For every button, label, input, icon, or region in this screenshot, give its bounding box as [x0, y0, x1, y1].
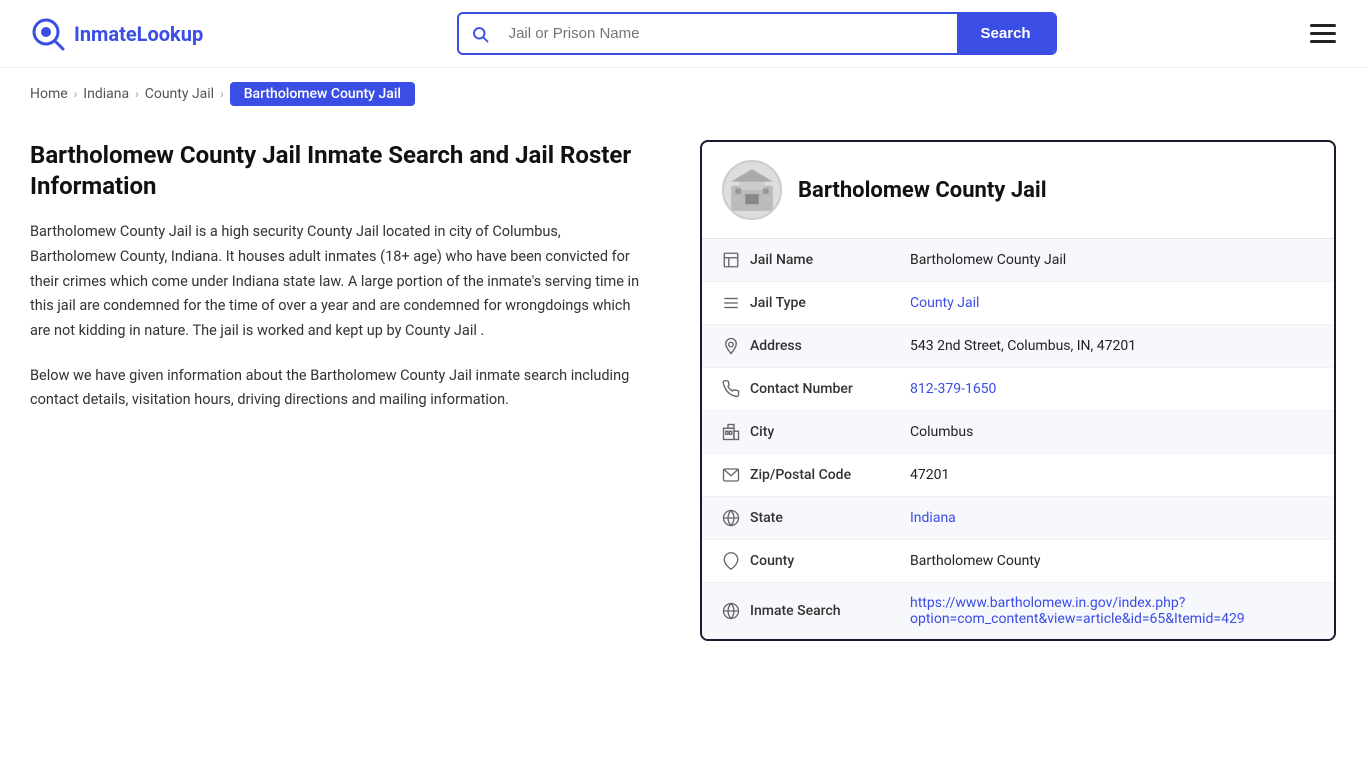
breadcrumb: Home › Indiana › County Jail › Bartholom…: [0, 68, 1366, 120]
row-value[interactable]: 812-379-1650: [910, 381, 1314, 397]
row-value: Bartholomew County Jail: [910, 252, 1314, 268]
search-icon: [459, 25, 501, 43]
list-icon: [722, 294, 750, 312]
row-value[interactable]: County Jail: [910, 295, 1314, 311]
row-value: 543 2nd Street, Columbus, IN, 47201: [910, 338, 1314, 354]
row-value: Columbus: [910, 424, 1314, 440]
mail-icon: [722, 466, 750, 484]
row-label: Address: [750, 338, 910, 354]
table-row: County Bartholomew County: [702, 540, 1334, 583]
table-row: City Columbus: [702, 411, 1334, 454]
site-logo[interactable]: InmateLookup: [30, 16, 203, 52]
phone-icon: [722, 380, 750, 398]
row-value: 47201: [910, 467, 1314, 483]
row-label: State: [750, 510, 910, 526]
row-link[interactable]: 812-379-1650: [910, 381, 996, 397]
table-row: Zip/Postal Code 47201: [702, 454, 1334, 497]
search-button[interactable]: Search: [957, 14, 1055, 53]
row-value: Bartholomew County: [910, 553, 1314, 569]
breadcrumb-current: Bartholomew County Jail: [230, 82, 415, 106]
row-link[interactable]: Indiana: [910, 510, 956, 526]
county-icon: [722, 552, 750, 570]
right-column: Bartholomew County Jail Jail Name Bartho…: [700, 140, 1336, 641]
breadcrumb-sep2: ›: [135, 87, 139, 101]
site-header: InmateLookup Search: [0, 0, 1366, 68]
left-column: Bartholomew County Jail Inmate Search an…: [30, 140, 670, 641]
breadcrumb-county-jail[interactable]: County Jail: [145, 86, 214, 102]
hamburger-menu[interactable]: [1310, 24, 1336, 43]
row-link[interactable]: County Jail: [910, 295, 979, 311]
row-label: Zip/Postal Code: [750, 467, 910, 483]
page-description-2: Below we have given information about th…: [30, 364, 650, 413]
table-row: Jail Name Bartholomew County Jail: [702, 239, 1334, 282]
jail-avatar: [722, 160, 782, 220]
row-value[interactable]: https://www.bartholomew.in.gov/index.php…: [910, 595, 1314, 627]
card-header: Bartholomew County Jail: [702, 142, 1334, 239]
hamburger-line2: [1310, 32, 1336, 35]
table-row: Jail Type County Jail: [702, 282, 1334, 325]
breadcrumb-home[interactable]: Home: [30, 86, 68, 102]
search-wrapper: Search: [457, 12, 1057, 55]
search-area: Search: [457, 12, 1057, 55]
row-label: Jail Type: [750, 295, 910, 311]
building-icon: [722, 251, 750, 269]
table-row: Inmate Search https://www.bartholomew.in…: [702, 583, 1334, 639]
row-label: County: [750, 553, 910, 569]
row-link[interactable]: https://www.bartholomew.in.gov/index.php…: [910, 595, 1245, 627]
info-rows: Jail Name Bartholomew County Jail Jail T…: [702, 239, 1334, 639]
main-content: Bartholomew County Jail Inmate Search an…: [0, 120, 1366, 681]
globe-icon: [722, 509, 750, 527]
page-description-1: Bartholomew County Jail is a high securi…: [30, 220, 650, 343]
row-label: Inmate Search: [750, 603, 910, 619]
breadcrumb-sep1: ›: [74, 87, 78, 101]
table-row: State Indiana: [702, 497, 1334, 540]
search-globe-icon: [722, 602, 750, 620]
table-row: Address 543 2nd Street, Columbus, IN, 47…: [702, 325, 1334, 368]
info-card: Bartholomew County Jail Jail Name Bartho…: [700, 140, 1336, 641]
card-title: Bartholomew County Jail: [798, 178, 1047, 203]
page-title: Bartholomew County Jail Inmate Search an…: [30, 140, 650, 202]
location-icon: [722, 337, 750, 355]
search-input[interactable]: [501, 15, 957, 52]
row-value[interactable]: Indiana: [910, 510, 1314, 526]
logo-text: InmateLookup: [74, 22, 203, 46]
logo-icon: [30, 16, 66, 52]
row-label: Contact Number: [750, 381, 910, 397]
city-icon: [722, 423, 750, 441]
row-label: City: [750, 424, 910, 440]
breadcrumb-sep3: ›: [220, 87, 224, 101]
table-row: Contact Number 812-379-1650: [702, 368, 1334, 411]
row-label: Jail Name: [750, 252, 910, 268]
hamburger-line3: [1310, 40, 1336, 43]
breadcrumb-indiana[interactable]: Indiana: [83, 86, 129, 102]
hamburger-line1: [1310, 24, 1336, 27]
